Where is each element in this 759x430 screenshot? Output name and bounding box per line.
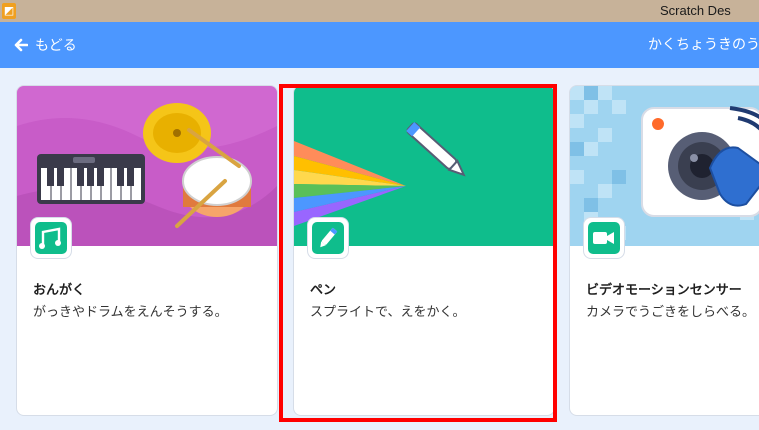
extension-card-pen[interactable]: ペン スプライトで、えをかく。 <box>293 85 555 416</box>
music-extension-icon <box>31 218 71 258</box>
extension-name: ペン <box>310 283 337 298</box>
extension-description: がっきやドラムをえんそうする。 <box>33 305 228 320</box>
extension-name: ビデオモーションセンサー <box>586 283 742 298</box>
window-titlebar: ◩ Scratch Des <box>0 0 759 22</box>
extension-description: スプライトで、えをかく。 <box>310 305 466 320</box>
extension-description: カメラでうごきをしらべる。 <box>586 305 756 320</box>
music-note-icon <box>39 227 61 249</box>
video-camera-icon <box>593 232 614 244</box>
back-button[interactable]: もどる <box>14 34 77 56</box>
extension-library: おんがく がっきやドラムをえんそうする。 ペン スプライトで、えをかく。 ビデオ… <box>0 68 759 430</box>
app-icon: ◩ <box>2 3 16 19</box>
video-extension-icon <box>584 218 624 258</box>
pen-extension-icon <box>308 218 348 258</box>
pen-icon <box>320 227 338 248</box>
window-title: Scratch Des <box>660 3 731 18</box>
extension-card-music[interactable]: おんがく がっきやドラムをえんそうする。 <box>16 85 278 416</box>
extension-name: おんがく <box>33 283 86 298</box>
arrow-left-icon <box>14 38 28 52</box>
back-label: もどる <box>35 38 77 54</box>
page-title: かくちょうきのう <box>648 37 759 53</box>
extension-card-video-sensing[interactable]: ビデオモーションセンサー カメラでうごきをしらべる。 <box>569 85 759 416</box>
extension-library-header: もどる かくちょうきのう <box>0 22 759 68</box>
